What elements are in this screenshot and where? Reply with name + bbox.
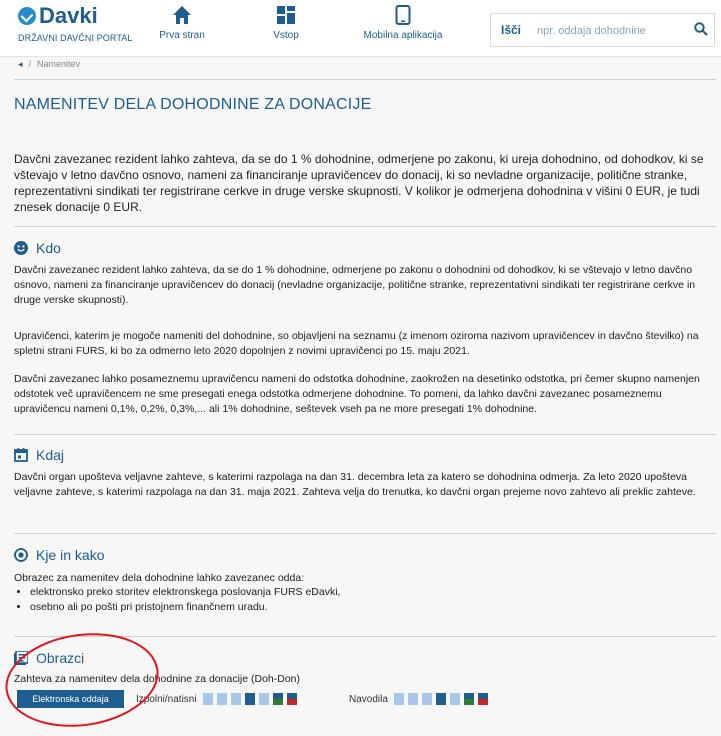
kje-list: elektronsko preko storitev elektronskega… bbox=[14, 585, 340, 615]
divider bbox=[14, 226, 716, 227]
instructions-files: Navodila bbox=[349, 693, 492, 705]
document-file-icon[interactable] bbox=[449, 693, 460, 705]
pdf-colored-file-icon[interactable] bbox=[477, 693, 488, 705]
back-arrow-icon[interactable]: ◂ bbox=[18, 59, 23, 69]
calendar-icon bbox=[14, 448, 28, 462]
nav-mobile-app[interactable]: Mobilna aplikacija bbox=[355, 5, 451, 41]
search-input[interactable] bbox=[535, 20, 679, 42]
target-icon bbox=[14, 548, 28, 562]
search-box: Išči bbox=[490, 13, 715, 47]
text-file-icon[interactable] bbox=[230, 693, 241, 705]
text-file-icon[interactable] bbox=[421, 693, 432, 705]
smiley-icon bbox=[14, 241, 28, 255]
spreadsheet-file-icon[interactable] bbox=[463, 693, 474, 705]
site-header: Davki DRŽAVNI DAVČNI PORTAL Prva stran V… bbox=[0, 0, 721, 57]
kdaj-paragraph: Davčni organ upošteva veljavne zahteve, … bbox=[14, 471, 696, 498]
page-title: NAMENITEV DELA DOHODNINE ZA DONACIJE bbox=[14, 96, 372, 113]
intro-text: Davčni zavezanec rezident lahko zahteva,… bbox=[14, 152, 704, 214]
pdf-file-icon[interactable] bbox=[435, 693, 446, 705]
pdf-colored-file-icon[interactable] bbox=[286, 693, 297, 705]
list-item: elektronsko preko storitev elektronskega… bbox=[30, 585, 340, 600]
section-kje-title: Kje in kako bbox=[36, 547, 105, 563]
nav-login-label: Vstop bbox=[273, 30, 299, 41]
kdo-paragraph-1: Davčni zavezanec rezident lahko zahteva,… bbox=[14, 264, 696, 306]
red-annotation-circle bbox=[0, 623, 165, 736]
kje-intro: Obrazec za namenitev dela dohodnine lahk… bbox=[14, 572, 305, 584]
section-kdaj-title: Kdaj bbox=[36, 447, 65, 463]
spreadsheet-file-icon[interactable] bbox=[272, 693, 283, 705]
divider bbox=[14, 533, 716, 534]
word-file-icon[interactable] bbox=[393, 693, 404, 705]
login-grid-icon bbox=[277, 6, 295, 24]
check-icon bbox=[18, 7, 36, 25]
nav-home[interactable]: Prva stran bbox=[157, 5, 207, 41]
word-file-icon[interactable] bbox=[202, 693, 213, 705]
excel-file-icon[interactable] bbox=[216, 693, 227, 705]
search-icon[interactable] bbox=[694, 22, 708, 36]
kdo-paragraph-2: Upravičenci, katerim je mogoče nameniti … bbox=[14, 330, 699, 357]
section-kdo-heading: Kdo bbox=[14, 240, 61, 256]
kdo-paragraph-3: Davčni zavezanec lahko posameznemu uprav… bbox=[14, 373, 700, 415]
divider bbox=[14, 434, 716, 435]
section-kdaj-heading: Kdaj bbox=[14, 447, 64, 463]
pdf-file-icon[interactable] bbox=[244, 693, 255, 705]
section-kje-heading: Kje in kako bbox=[14, 547, 104, 563]
nav-home-label: Prva stran bbox=[159, 30, 205, 41]
breadcrumb-current: Namenitev bbox=[37, 59, 81, 69]
divider bbox=[14, 79, 716, 80]
mobile-phone-icon bbox=[395, 5, 411, 25]
section-kdo-title: Kdo bbox=[36, 240, 61, 256]
davki-logo[interactable]: Davki DRŽAVNI DAVČNI PORTAL bbox=[18, 4, 132, 43]
fill-print-files: Izpolni/natisni bbox=[136, 693, 301, 705]
instructions-label: Navodila bbox=[349, 693, 388, 705]
excel-file-icon[interactable] bbox=[407, 693, 418, 705]
nav-login[interactable]: Vstop bbox=[265, 5, 307, 41]
list-item: osebno ali po pošti pri pristojnem finan… bbox=[30, 600, 340, 615]
breadcrumb: ◂ / Namenitev bbox=[18, 59, 81, 69]
home-icon bbox=[173, 6, 191, 24]
logo-subtitle: DRŽAVNI DAVČNI PORTAL bbox=[18, 33, 133, 43]
search-label: Išči bbox=[501, 23, 522, 37]
logo-text: Davki bbox=[39, 3, 98, 28]
nav-mobile-label: Mobilna aplikacija bbox=[363, 30, 443, 41]
document-file-icon[interactable] bbox=[258, 693, 269, 705]
